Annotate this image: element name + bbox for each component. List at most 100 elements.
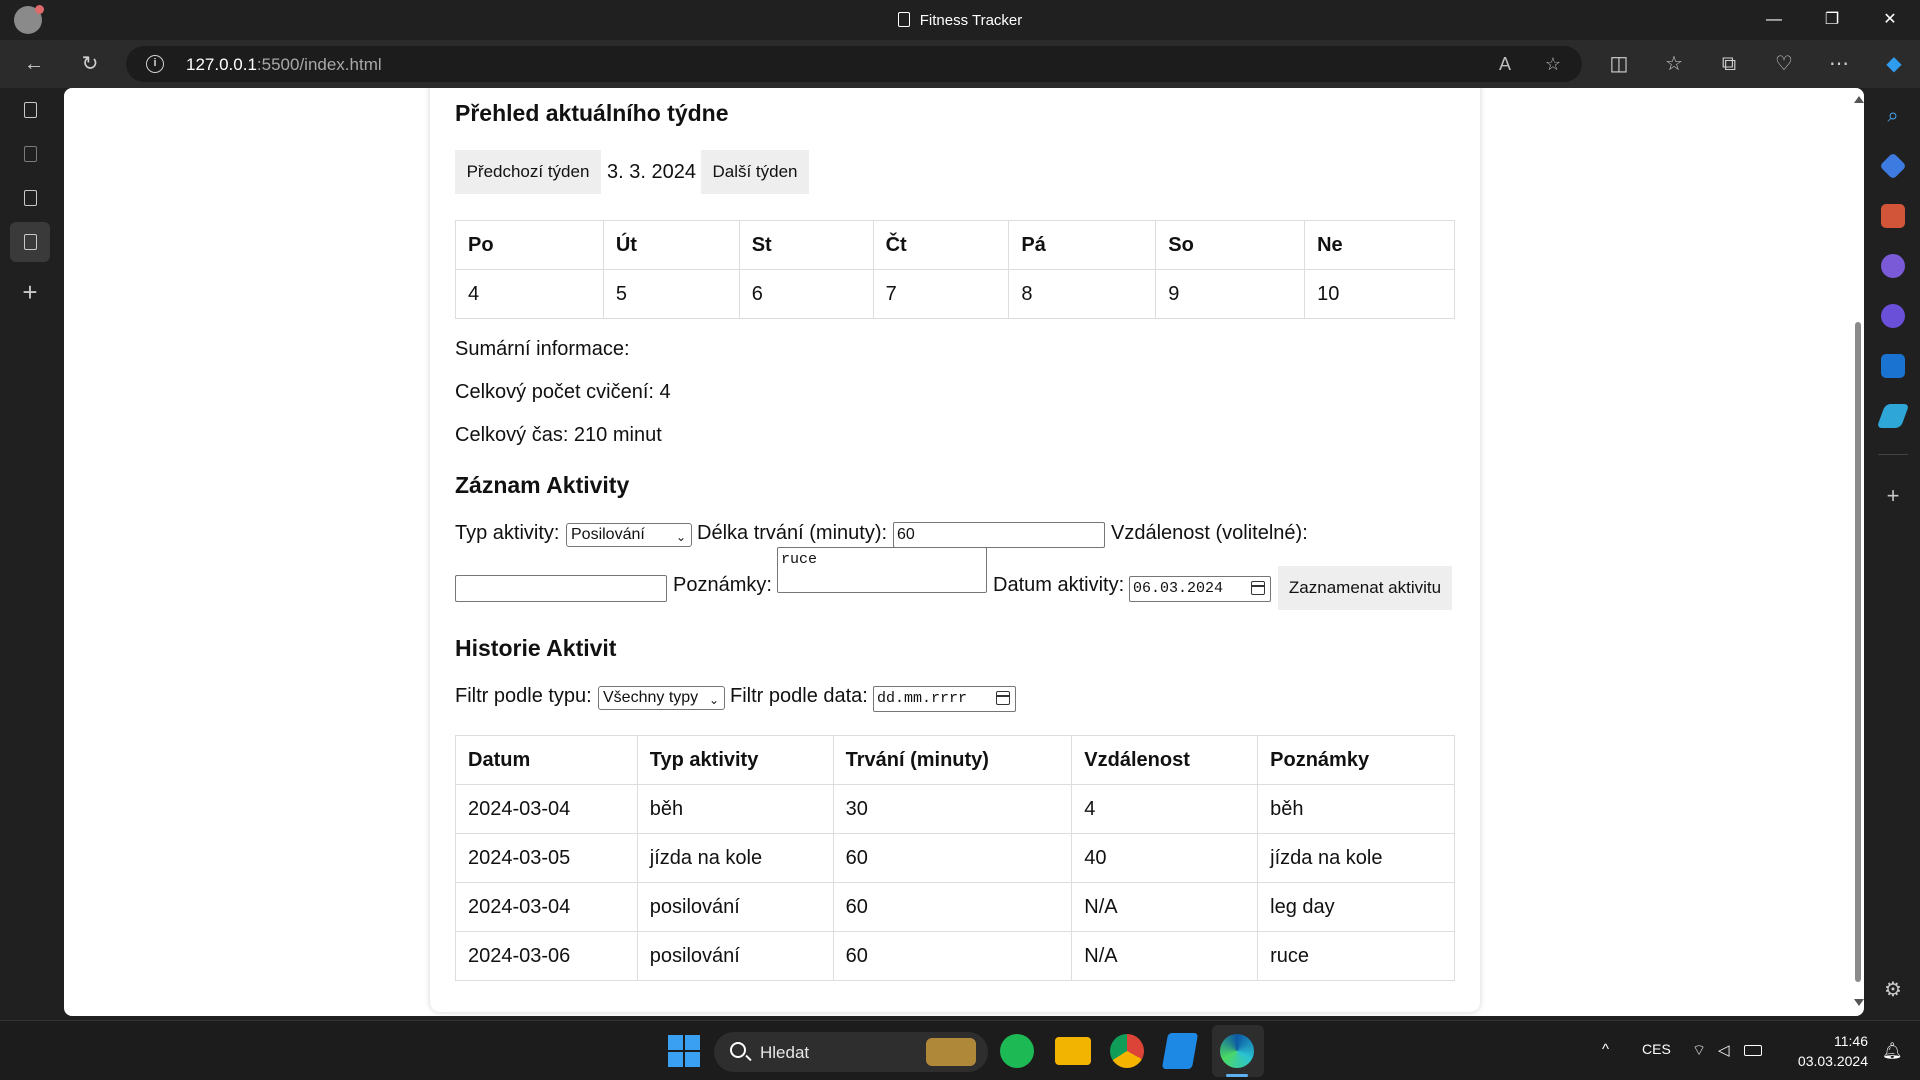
- distance-input[interactable]: [455, 575, 667, 602]
- cell-duration: 60: [832, 931, 1073, 981]
- browser-toolbar: ← ↻ i 127.0.0.1:5500/index.html A ☆ ◫ ☆ …: [0, 40, 1920, 88]
- url-path: :5500/index.html: [256, 55, 382, 74]
- windows-taskbar: Hledat ^ CES ⌔ ◁ 11:46 03.03.2024 🔔︎: [0, 1020, 1920, 1080]
- edge-icon[interactable]: [1220, 1034, 1254, 1068]
- tab-item-active[interactable]: [10, 222, 50, 262]
- page-scrollbar[interactable]: [1852, 92, 1864, 1012]
- close-button[interactable]: ✕: [1862, 0, 1918, 40]
- start-tile: [685, 1035, 700, 1050]
- cell-date: 2024-03-04: [455, 784, 638, 834]
- search-icon: [730, 1042, 746, 1058]
- copilot-icon[interactable]: ◆: [1878, 48, 1910, 80]
- sidebar-divider: [1878, 454, 1908, 455]
- browser-essentials-icon[interactable]: ♡: [1768, 48, 1800, 80]
- tab-actions-icon[interactable]: [10, 90, 50, 130]
- tab-item-1[interactable]: [10, 134, 50, 174]
- cell-distance: N/A: [1071, 882, 1259, 932]
- search-icon[interactable]: ⌕: [1881, 104, 1905, 128]
- tab-item-2[interactable]: [10, 178, 50, 218]
- activity-date-label: Datum aktivity:: [993, 574, 1125, 596]
- scroll-down-icon[interactable]: [1854, 999, 1864, 1006]
- maximize-button[interactable]: ❐: [1804, 0, 1860, 40]
- table-row: 2024-03-05 jízda na kole 60 40 jízda na …: [455, 833, 1455, 883]
- table-row: 2024-03-06 posilování 60 N/A ruce: [455, 931, 1455, 981]
- activity-history-table: Datum Typ aktivity Trvání (minuty) Vzdál…: [455, 735, 1455, 981]
- notes-label: Poznámky:: [673, 574, 772, 596]
- battery-icon[interactable]: [1744, 1045, 1762, 1056]
- activity-date-value: 06.03.2024: [1133, 580, 1224, 597]
- drop-icon[interactable]: [1876, 404, 1910, 428]
- activity-type-select[interactable]: Posilování ⌄: [566, 523, 692, 547]
- day-header: Ne: [1304, 220, 1455, 270]
- cell-type: běh: [636, 784, 834, 834]
- page-icon: [23, 189, 37, 206]
- previous-week-button[interactable]: Předchozí týden: [455, 150, 601, 194]
- day-header: Út: [602, 220, 740, 270]
- cell-duration: 60: [832, 882, 1073, 932]
- read-aloud-icon[interactable]: A: [1494, 53, 1516, 75]
- wifi-icon[interactable]: ⌔: [1692, 1041, 1706, 1060]
- cell-date: 2024-03-05: [455, 833, 638, 883]
- more-menu-icon[interactable]: ⋯: [1823, 48, 1855, 80]
- add-sidebar-app-icon[interactable]: +: [1881, 484, 1905, 508]
- tray-overflow-chevron-icon[interactable]: ^: [1602, 1041, 1609, 1058]
- day-date-cell: 5: [602, 269, 740, 319]
- language-indicator[interactable]: CES: [1642, 1041, 1671, 1057]
- week-dates-row: 4 5 6 7 8 9 10: [455, 269, 1455, 319]
- window-title-text: Fitness Tracker: [919, 12, 1023, 29]
- filter-date-label: Filtr podle data:: [730, 685, 868, 707]
- new-tab-button[interactable]: +: [10, 272, 50, 312]
- tools-icon[interactable]: [1881, 204, 1905, 228]
- record-activity-button[interactable]: Zaznamenat aktivitu: [1278, 566, 1452, 610]
- outlook-icon[interactable]: [1881, 354, 1905, 378]
- column-header: Typ aktivity: [636, 735, 834, 785]
- split-screen-icon[interactable]: ◫: [1603, 48, 1635, 80]
- start-tile: [668, 1052, 683, 1067]
- reload-button[interactable]: ↻: [74, 48, 106, 80]
- taskbar-clock[interactable]: 11:46 03.03.2024: [1790, 1031, 1868, 1071]
- volume-icon[interactable]: ◁: [1718, 1041, 1730, 1059]
- activity-date-input[interactable]: 06.03.2024: [1129, 576, 1271, 602]
- activity-type-label: Typ aktivity:: [455, 522, 560, 544]
- column-header: Datum: [455, 735, 638, 785]
- vscode-icon[interactable]: [1161, 1033, 1199, 1069]
- vertical-tabs-bar: +: [0, 88, 64, 1020]
- cell-date: 2024-03-04: [455, 882, 638, 932]
- microsoft-365-icon[interactable]: [1881, 304, 1905, 328]
- activity-history-title: Historie Aktivit: [455, 635, 617, 661]
- games-icon[interactable]: [1881, 254, 1905, 278]
- chrome-icon[interactable]: [1110, 1034, 1144, 1068]
- taskbar-search[interactable]: Hledat: [714, 1032, 988, 1072]
- page-icon: [897, 12, 910, 27]
- cell-duration: 60: [832, 833, 1073, 883]
- active-indicator: [1226, 1074, 1248, 1077]
- next-week-button[interactable]: Další týden: [701, 150, 809, 194]
- start-windows-icon[interactable]: [666, 1033, 702, 1069]
- distance-label: Vzdálenost (volitelné):: [1111, 522, 1308, 544]
- search-highlight-image: [926, 1038, 976, 1066]
- filter-type-select[interactable]: Všechny typy ⌄: [598, 686, 725, 710]
- duration-input[interactable]: 60: [893, 522, 1105, 548]
- favorite-star-icon[interactable]: ☆: [1542, 53, 1564, 75]
- back-button[interactable]: ←: [18, 48, 50, 80]
- notification-bell-icon[interactable]: 🔔︎: [1882, 1041, 1902, 1061]
- spotify-icon[interactable]: [1000, 1034, 1034, 1068]
- scroll-thumb[interactable]: [1855, 322, 1861, 982]
- site-info-icon[interactable]: i: [146, 55, 164, 73]
- address-bar[interactable]: i 127.0.0.1:5500/index.html A ☆: [126, 46, 1582, 82]
- file-explorer-icon[interactable]: [1055, 1037, 1091, 1065]
- column-header: Trvání (minuty): [832, 735, 1073, 785]
- minimize-button[interactable]: —: [1746, 0, 1802, 40]
- scroll-up-icon[interactable]: [1854, 96, 1864, 103]
- notes-textarea[interactable]: ruce: [777, 547, 987, 593]
- cell-type: posilování: [636, 931, 834, 981]
- day-date-cell: 8: [1008, 269, 1157, 319]
- day-date-cell: 7: [872, 269, 1010, 319]
- calendar-icon[interactable]: [1251, 581, 1265, 595]
- sidebar-settings-gear-icon[interactable]: ⚙: [1881, 978, 1905, 1002]
- favorites-icon[interactable]: ☆: [1658, 48, 1690, 80]
- calendar-icon[interactable]: [996, 691, 1010, 705]
- shopping-tag-icon[interactable]: [1879, 152, 1907, 180]
- filter-date-input[interactable]: dd.mm.rrrr: [873, 686, 1016, 712]
- collections-icon[interactable]: ⧉: [1713, 48, 1745, 80]
